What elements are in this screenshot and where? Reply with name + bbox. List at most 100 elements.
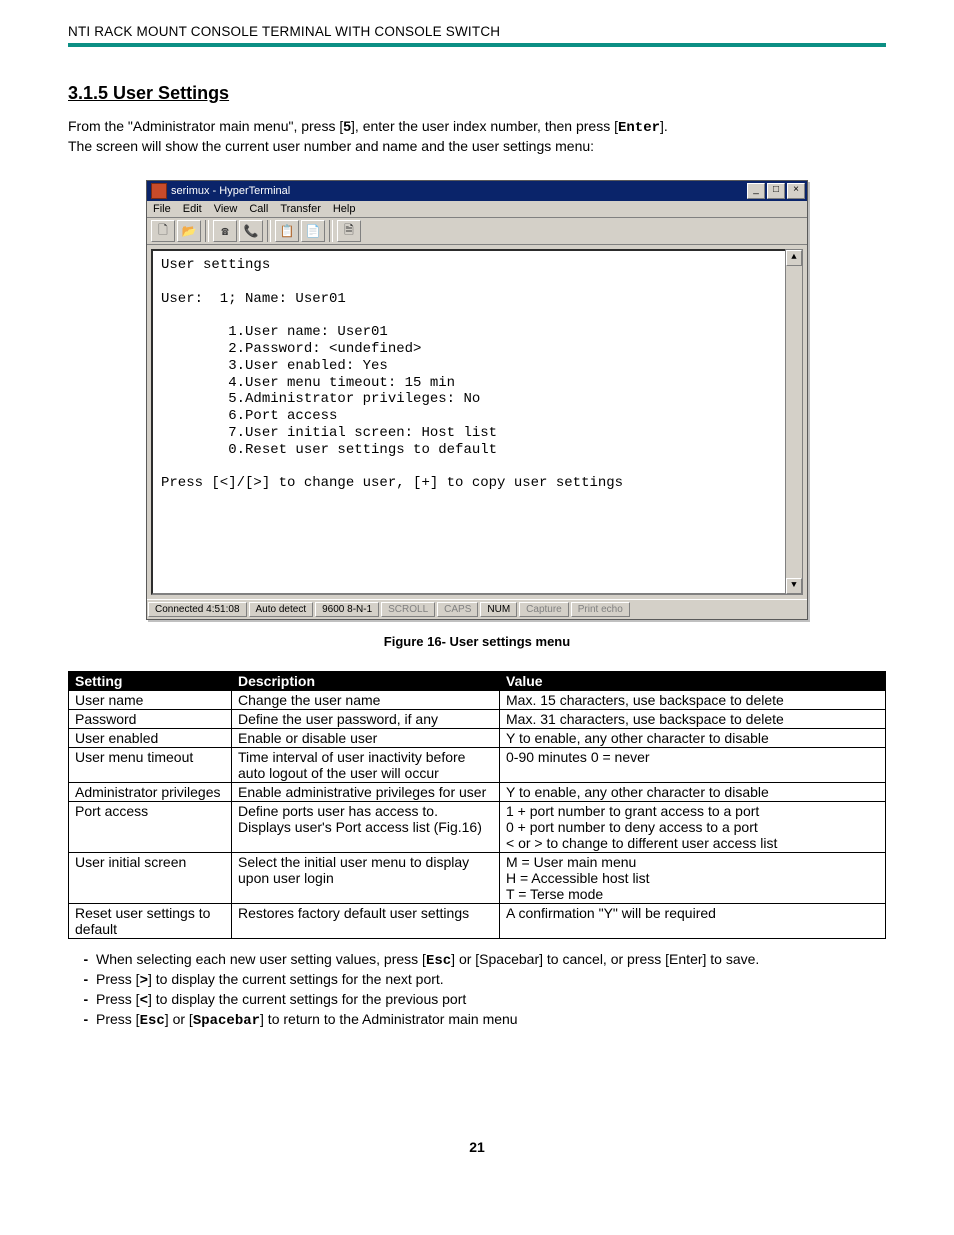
cell-setting: Port access	[69, 802, 232, 853]
toolbar: 🗋 📂 ☎ 📞 📋 📄 🗎	[147, 218, 807, 245]
status-printecho: Print echo	[571, 602, 630, 617]
key-lt: <	[140, 993, 148, 1009]
note-text: ] or [	[165, 1011, 193, 1027]
scroll-down-icon[interactable]: ▼	[786, 578, 802, 594]
note-text: Press [	[96, 1011, 140, 1027]
cell-description: Define ports user has access to. Display…	[232, 802, 500, 853]
cell-value: Max. 15 characters, use backspace to del…	[500, 691, 886, 710]
cell-setting: Password	[69, 710, 232, 729]
terminal-area: User settings User: 1; Name: User01 1.Us…	[147, 245, 807, 599]
intro-text: ].	[660, 118, 668, 134]
status-scroll: SCROLL	[381, 602, 435, 617]
intro-block: From the "Administrator main menu", pres…	[68, 118, 886, 154]
terminal-output: User settings User: 1; Name: User01 1.Us…	[151, 249, 803, 595]
cell-value: 0-90 minutes 0 = never	[500, 748, 886, 783]
cell-value: M = User main menu H = Accessible host l…	[500, 853, 886, 904]
menu-help[interactable]: Help	[333, 203, 356, 215]
menu-view[interactable]: View	[214, 203, 238, 215]
properties-icon[interactable]: 🗎	[337, 220, 361, 242]
list-item: Press [<] to display the current setting…	[96, 991, 886, 1009]
intro-text: The screen will show the current user nu…	[68, 138, 886, 154]
hyperterminal-window: serimux - HyperTerminal _ □ × File Edit …	[146, 180, 808, 620]
status-baud: 9600 8-N-1	[315, 602, 379, 617]
toolbar-separator	[329, 220, 333, 242]
scroll-up-icon[interactable]: ▲	[786, 250, 802, 266]
key-esc: Esc	[426, 953, 451, 969]
table-header-row: Setting Description Value	[69, 672, 886, 691]
table-row: User nameChange the user nameMax. 15 cha…	[69, 691, 886, 710]
cell-value: 1 + port number to grant access to a por…	[500, 802, 886, 853]
table-row: User initial screenSelect the initial us…	[69, 853, 886, 904]
table-row: User enabledEnable or disable userY to e…	[69, 729, 886, 748]
list-item: Press [Esc] or [Spacebar] to return to t…	[96, 1011, 886, 1029]
titlebar: serimux - HyperTerminal _ □ ×	[147, 181, 807, 201]
scrollbar[interactable]: ▲ ▼	[785, 249, 803, 595]
list-item: Press [>] to display the current setting…	[96, 971, 886, 989]
running-header: NTI RACK MOUNT CONSOLE TERMINAL WITH CON…	[68, 24, 886, 39]
maximize-button[interactable]: □	[767, 183, 785, 199]
col-value: Value	[500, 672, 886, 691]
note-text: When selecting each new user setting val…	[96, 951, 426, 967]
open-icon[interactable]: 📂	[177, 220, 201, 242]
cell-setting: User enabled	[69, 729, 232, 748]
notes-list: When selecting each new user setting val…	[68, 951, 886, 1029]
cell-description: Restores factory default user settings	[232, 904, 500, 939]
table-row: Port accessDefine ports user has access …	[69, 802, 886, 853]
intro-text: ], enter the user index number, then pre…	[351, 118, 618, 134]
menu-file[interactable]: File	[153, 203, 171, 215]
cell-setting: User menu timeout	[69, 748, 232, 783]
status-caps: CAPS	[437, 602, 478, 617]
close-button[interactable]: ×	[787, 183, 805, 199]
figure-caption: Figure 16- User settings menu	[68, 634, 886, 649]
cell-description: Time interval of user inactivity before …	[232, 748, 500, 783]
intro-text: From the "Administrator main menu", pres…	[68, 118, 343, 134]
note-text: ] to display the current settings for th…	[148, 991, 466, 1007]
menu-edit[interactable]: Edit	[183, 203, 202, 215]
cell-setting: Reset user settings to default	[69, 904, 232, 939]
cell-description: Enable administrative privileges for use…	[232, 783, 500, 802]
section-title: 3.1.5 User Settings	[68, 83, 886, 104]
cell-value: Max. 31 characters, use backspace to del…	[500, 710, 886, 729]
table-row: Administrator privilegesEnable administr…	[69, 783, 886, 802]
cell-description: Select the initial user menu to display …	[232, 853, 500, 904]
disconnect-icon[interactable]: 📞	[239, 220, 263, 242]
key-gt: >	[140, 973, 148, 989]
toolbar-separator	[267, 220, 271, 242]
table-row: PasswordDefine the user password, if any…	[69, 710, 886, 729]
cell-value: A confirmation "Y" will be required	[500, 904, 886, 939]
key-spacebar: Spacebar	[193, 1013, 260, 1029]
note-text: ] to return to the Administrator main me…	[260, 1011, 518, 1027]
minimize-button[interactable]: _	[747, 183, 765, 199]
cell-description: Enable or disable user	[232, 729, 500, 748]
cell-description: Define the user password, if any	[232, 710, 500, 729]
key-5: 5	[343, 118, 351, 134]
list-item: When selecting each new user setting val…	[96, 951, 886, 969]
table-row: Reset user settings to defaultRestores f…	[69, 904, 886, 939]
toolbar-separator	[205, 220, 209, 242]
col-description: Description	[232, 672, 500, 691]
col-setting: Setting	[69, 672, 232, 691]
new-icon[interactable]: 🗋	[151, 220, 175, 242]
header-rule-thin	[68, 46, 886, 47]
cell-setting: Administrator privileges	[69, 783, 232, 802]
key-enter: Enter	[618, 120, 660, 136]
note-text: ] to display the current settings for th…	[148, 971, 444, 987]
receive-icon[interactable]: 📄	[301, 220, 325, 242]
call-icon[interactable]: ☎	[213, 220, 237, 242]
statusbar: Connected 4:51:08 Auto detect 9600 8-N-1…	[147, 599, 807, 619]
table-row: User menu timeoutTime interval of user i…	[69, 748, 886, 783]
note-text: Press [	[96, 971, 140, 987]
note-text: Press [	[96, 991, 140, 1007]
cell-description: Change the user name	[232, 691, 500, 710]
note-text: ] or [Spacebar] to cancel, or press [Ent…	[451, 951, 759, 967]
cell-setting: User name	[69, 691, 232, 710]
send-icon[interactable]: 📋	[275, 220, 299, 242]
menu-call[interactable]: Call	[249, 203, 268, 215]
page-number: 21	[68, 1139, 886, 1155]
cell-value: Y to enable, any other character to disa…	[500, 783, 886, 802]
cell-value: Y to enable, any other character to disa…	[500, 729, 886, 748]
status-num: NUM	[480, 602, 517, 617]
menu-transfer[interactable]: Transfer	[280, 203, 321, 215]
window-title: serimux - HyperTerminal	[171, 185, 290, 197]
menubar: File Edit View Call Transfer Help	[147, 201, 807, 218]
